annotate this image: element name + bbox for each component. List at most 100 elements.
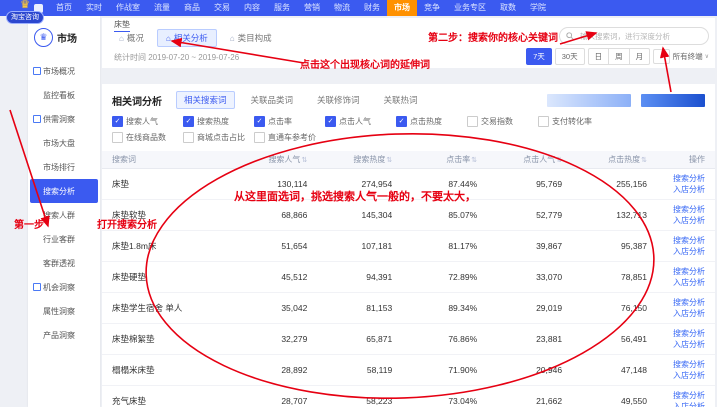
granularity-week-button[interactable]: 周 [608, 48, 630, 65]
sidebar-item-search-crowd[interactable]: 搜索人群 [28, 203, 100, 227]
sidebar-item-supply-demand[interactable]: 供需洞察 [28, 107, 100, 131]
tab-overview[interactable]: ⌂概况 [110, 29, 153, 47]
range-7d-button[interactable]: 7天 [526, 48, 552, 65]
store-entry-analysis-link[interactable]: 入店分析 [673, 185, 705, 194]
tab-related-search-words[interactable]: 相关搜索词 [176, 91, 235, 109]
nav-item-service[interactable]: 服务 [267, 0, 297, 16]
sidebar-item-attribute-insight[interactable]: 属性洞察 [28, 299, 100, 323]
search-heat-cell: 274,954 [307, 179, 392, 189]
nav-item-competition[interactable]: 竞争 [417, 0, 447, 16]
checkbox-icon[interactable] [325, 116, 336, 127]
nav-item-finance[interactable]: 财务 [357, 0, 387, 16]
checkbox-icon[interactable] [396, 116, 407, 127]
search-term-cell: 床垫棉絮垫 [112, 333, 222, 345]
checkbox-icon[interactable] [254, 132, 265, 143]
nav-item-trade[interactable]: 交易 [207, 0, 237, 16]
checkbox-icon[interactable] [254, 116, 265, 127]
nav-item-traffic[interactable]: 流量 [147, 0, 177, 16]
store-entry-analysis-link[interactable]: 入店分析 [673, 278, 705, 287]
range-30d-button[interactable]: 30天 [555, 48, 585, 65]
nav-item-home[interactable]: 首页 [49, 0, 79, 16]
sidebar-item-market-dashboard[interactable]: 市场大盘 [28, 131, 100, 155]
search-analysis-link[interactable]: 搜索分析 [673, 298, 705, 307]
click-heat-cell: 78,851 [562, 272, 647, 282]
filter-ztc-ref-price[interactable]: 直通车参考价 [254, 132, 325, 143]
term-header-card: 床垫 ⌂概况 ⌂相关分析 ⌂类目构成 统计时间 2019-07-20 ~ 201… [102, 18, 715, 68]
sidebar-item-market-ranking[interactable]: 市场排行 [28, 155, 100, 179]
sidebar-item-search-analysis[interactable]: 搜索分析 [30, 179, 98, 203]
granularity-month-button[interactable]: 月 [629, 48, 651, 65]
filter-pay-conversion[interactable]: 支付转化率 [538, 116, 609, 127]
filter-online-items[interactable]: 在线商品数 [112, 132, 183, 143]
search-heat-cell: 58,223 [307, 396, 392, 406]
col-search-heat[interactable]: 搜索热度⇅ [307, 154, 392, 165]
col-click-popularity[interactable]: 点击人气⇅ [477, 154, 562, 165]
filter-click-rate[interactable]: 点击率 [254, 116, 325, 127]
filter-search-popularity[interactable]: 搜索人气 [112, 116, 183, 127]
tab-related-category-words[interactable]: 关联品类词 [243, 91, 302, 109]
search-analysis-link[interactable]: 搜索分析 [673, 391, 705, 400]
tab-related-analysis[interactable]: ⌂相关分析 [157, 29, 217, 47]
search-input[interactable] [578, 31, 702, 42]
checkbox-icon[interactable] [183, 116, 194, 127]
nav-item-logistics[interactable]: 物流 [327, 0, 357, 16]
col-click-rate[interactable]: 点击率⇅ [392, 154, 477, 165]
nav-item-business-zone[interactable]: 业务专区 [447, 0, 493, 16]
nav-item-data-fetch[interactable]: 取数 [493, 0, 523, 16]
search-analysis-link[interactable]: 搜索分析 [673, 205, 705, 214]
store-entry-analysis-link[interactable]: 入店分析 [673, 371, 705, 380]
tab-related-hot-words[interactable]: 关联热词 [376, 91, 426, 109]
nav-item-marketing[interactable]: 营销 [297, 0, 327, 16]
filter-click-popularity[interactable]: 点击人气 [325, 116, 396, 127]
filter-click-heat[interactable]: 点击热度 [396, 116, 467, 127]
col-click-heat[interactable]: 点击热度⇅ [562, 154, 647, 165]
tab-category-composition[interactable]: ⌂类目构成 [221, 29, 281, 47]
home-icon: ⌂ [166, 34, 171, 43]
next-period-button[interactable]: › [653, 49, 670, 64]
store-entry-analysis-link[interactable]: 入店分析 [673, 309, 705, 318]
analysis-header: 相关词分析 相关搜索词 关联品类词 关联修饰词 关联热词 [102, 84, 715, 114]
stat-time: 统计时间 2019-07-20 ~ 2019-07-26 [114, 52, 239, 63]
home-icon: ⌂ [230, 34, 235, 43]
sidebar-item-opportunity-insight[interactable]: 机会洞察 [28, 275, 100, 299]
search-box[interactable] [559, 27, 709, 45]
checkbox-icon[interactable] [467, 116, 478, 127]
terminal-select[interactable]: 所有终端 ∨ [673, 51, 709, 62]
store-entry-analysis-link[interactable]: 入店分析 [673, 340, 705, 349]
granularity-day-button[interactable]: 日 [588, 48, 610, 65]
store-entry-analysis-link[interactable]: 入店分析 [673, 402, 705, 407]
filter-search-heat[interactable]: 搜索热度 [183, 116, 254, 127]
grid-icon [33, 115, 41, 123]
search-analysis-link[interactable]: 搜索分析 [673, 329, 705, 338]
search-popularity-cell: 130,114 [222, 179, 307, 189]
nav-item-goods[interactable]: 商品 [177, 0, 207, 16]
nav-item-war-room[interactable]: 作战室 [109, 0, 147, 16]
search-analysis-link[interactable]: 搜索分析 [673, 267, 705, 276]
nav-item-content[interactable]: 内容 [237, 0, 267, 16]
search-analysis-link[interactable]: 搜索分析 [673, 174, 705, 183]
col-search-popularity[interactable]: 搜索人气⇅ [222, 154, 307, 165]
click-popularity-cell: 52,779 [477, 210, 562, 220]
checkbox-icon[interactable] [112, 132, 123, 143]
sidebar-item-product-insight[interactable]: 产品洞察 [28, 323, 100, 347]
filter-trade-index[interactable]: 交易指数 [467, 116, 538, 127]
click-rate-cell: 81.17% [392, 241, 477, 251]
sidebar-item-industry-customers[interactable]: 行业客群 [28, 227, 100, 251]
nav-item-market[interactable]: 市场 [387, 0, 417, 16]
store-entry-analysis-link[interactable]: 入店分析 [673, 216, 705, 225]
sidebar-item-monitor-board[interactable]: 监控看板 [28, 83, 100, 107]
nav-item-academy[interactable]: 学院 [523, 0, 553, 16]
sidebar-item-market-overview[interactable]: 市场概况 [28, 59, 100, 83]
search-analysis-link[interactable]: 搜索分析 [673, 236, 705, 245]
sidebar-item-customer-perspective[interactable]: 客群透视 [28, 251, 100, 275]
tab-related-modifier-words[interactable]: 关联修饰词 [309, 91, 368, 109]
filter-mall-click-share[interactable]: 商城点击占比 [183, 132, 254, 143]
search-analysis-link[interactable]: 搜索分析 [673, 360, 705, 369]
search-popularity-cell: 51,654 [222, 241, 307, 251]
search-term-cell: 床垫 [112, 178, 222, 190]
checkbox-icon[interactable] [183, 132, 194, 143]
checkbox-icon[interactable] [112, 116, 123, 127]
checkbox-icon[interactable] [538, 116, 549, 127]
store-entry-analysis-link[interactable]: 入店分析 [673, 247, 705, 256]
nav-item-realtime[interactable]: 实时 [79, 0, 109, 16]
